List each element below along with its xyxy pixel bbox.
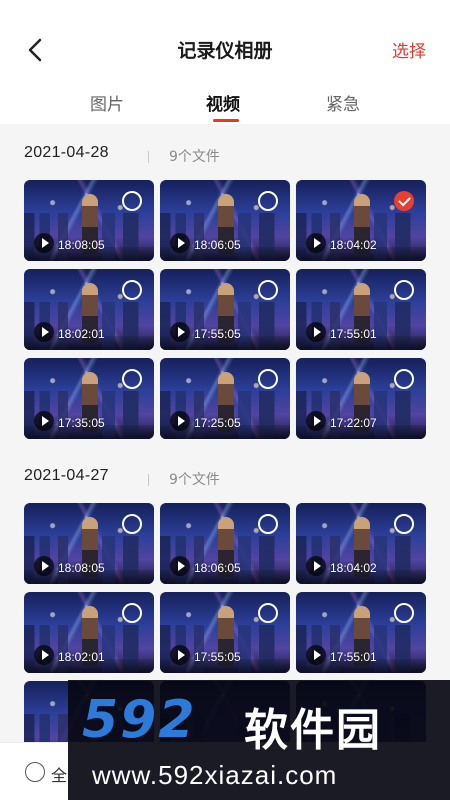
unchecked-circle-icon[interactable]: [394, 280, 414, 300]
unchecked-circle-icon[interactable]: [258, 514, 278, 534]
video-time: 18:02:01: [58, 650, 105, 664]
video-time: 17:55:01: [330, 650, 377, 664]
play-icon: [170, 233, 190, 253]
unchecked-circle-icon[interactable]: [394, 369, 414, 389]
play-icon: [306, 645, 326, 665]
unchecked-circle-icon[interactable]: [122, 603, 142, 623]
active-tab-indicator: [213, 119, 239, 122]
play-icon: [306, 322, 326, 342]
unchecked-circle-icon[interactable]: [394, 514, 414, 534]
video-time: 18:08:05: [58, 238, 105, 252]
play-icon: [34, 411, 54, 431]
video-thumbnail[interactable]: 17:25:05: [160, 358, 290, 439]
select-all-label: 全: [51, 766, 68, 785]
play-icon: [170, 411, 190, 431]
select-button[interactable]: 选择: [392, 37, 426, 62]
video-thumbnail[interactable]: 18:08:05: [24, 180, 154, 261]
video-time: 17:55:01: [330, 327, 377, 341]
video-time: 18:06:05: [194, 238, 241, 252]
section-file-count: 9个文件: [169, 149, 220, 165]
play-icon: [306, 411, 326, 431]
video-time: 18:08:05: [58, 561, 105, 575]
watermark-brand-name: 软件园: [244, 705, 382, 756]
video-time: 17:35:05: [58, 416, 105, 430]
watermark-url: www.592xiazai.com: [92, 760, 338, 790]
unchecked-circle-icon[interactable]: [122, 280, 142, 300]
video-thumbnail[interactable]: 17:55:05: [160, 269, 290, 350]
play-icon: [306, 233, 326, 253]
section-file-count: 9个文件: [169, 472, 220, 488]
unchecked-circle-icon[interactable]: [258, 603, 278, 623]
page-title: 记录仪相册: [177, 40, 273, 62]
video-time: 18:06:05: [194, 561, 241, 575]
section-divider: [148, 474, 149, 486]
watermark-overlay: 592 软件园 www.592xiazai.com: [68, 680, 450, 800]
video-thumbnail[interactable]: 18:04:02: [296, 180, 426, 261]
video-time: 17:22:07: [330, 416, 377, 430]
unchecked-circle-icon[interactable]: [258, 369, 278, 389]
video-thumbnail[interactable]: 18:06:05: [160, 180, 290, 261]
section-date: 2021-04-28: [24, 144, 109, 161]
video-thumbnail[interactable]: 18:02:01: [24, 592, 154, 673]
video-thumbnail[interactable]: 18:02:01: [24, 269, 154, 350]
unchecked-circle-icon[interactable]: [122, 191, 142, 211]
unchecked-circle-icon[interactable]: [122, 369, 142, 389]
play-icon: [34, 645, 54, 665]
play-icon: [306, 556, 326, 576]
video-thumbnail[interactable]: 18:04:02: [296, 503, 426, 584]
video-thumbnail[interactable]: 17:55:05: [160, 592, 290, 673]
video-time: 17:55:05: [194, 650, 241, 664]
video-thumbnail[interactable]: 18:06:05: [160, 503, 290, 584]
play-icon: [34, 322, 54, 342]
video-time: 17:55:05: [194, 327, 241, 341]
section-divider: [148, 151, 149, 163]
tab-emergency[interactable]: 紧急: [326, 90, 360, 115]
video-thumbnail[interactable]: 17:22:07: [296, 358, 426, 439]
video-time: 18:04:02: [330, 238, 377, 252]
play-icon: [34, 233, 54, 253]
checked-circle-icon[interactable]: [394, 191, 414, 211]
app-header: 记录仪相册 选择 图片 视频 紧急: [0, 0, 450, 124]
watermark-brand-number: 592: [82, 690, 197, 750]
unchecked-circle-icon[interactable]: [122, 514, 142, 534]
video-thumbnail[interactable]: 18:08:05: [24, 503, 154, 584]
tab-videos[interactable]: 视频: [206, 90, 240, 115]
section-date: 2021-04-27: [24, 467, 109, 484]
play-icon: [34, 556, 54, 576]
play-icon: [170, 645, 190, 665]
unchecked-circle-icon[interactable]: [258, 280, 278, 300]
play-icon: [170, 556, 190, 576]
video-time: 18:02:01: [58, 327, 105, 341]
video-thumbnail[interactable]: 17:55:01: [296, 592, 426, 673]
select-all-radio[interactable]: [25, 762, 45, 782]
unchecked-circle-icon[interactable]: [258, 191, 278, 211]
video-time: 17:25:05: [194, 416, 241, 430]
video-thumbnail[interactable]: 17:55:01: [296, 269, 426, 350]
play-icon: [170, 322, 190, 342]
video-thumbnail[interactable]: 17:35:05: [24, 358, 154, 439]
video-time: 18:04:02: [330, 561, 377, 575]
unchecked-circle-icon[interactable]: [394, 603, 414, 623]
tab-photos[interactable]: 图片: [90, 90, 124, 115]
